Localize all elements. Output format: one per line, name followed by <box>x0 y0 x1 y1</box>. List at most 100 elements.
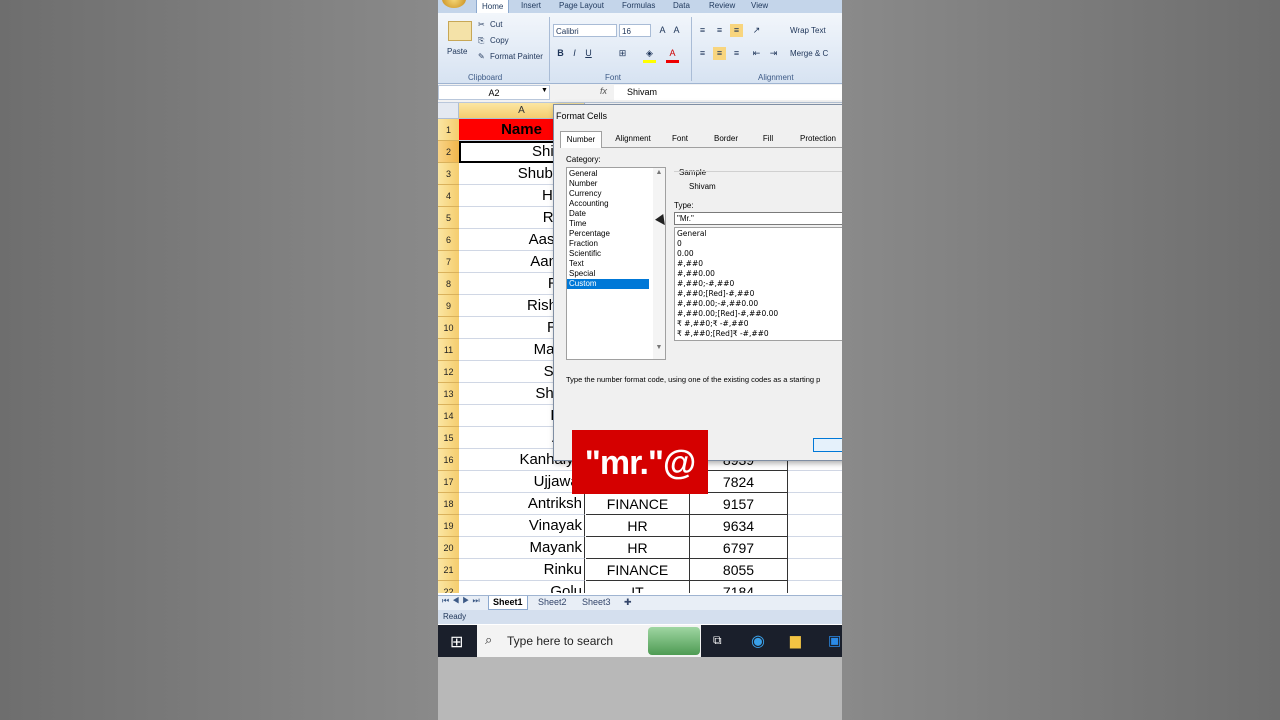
decrease-indent-icon[interactable]: ⇤ <box>750 47 763 60</box>
ok-button[interactable] <box>813 438 842 452</box>
row-header[interactable]: 4 <box>438 185 459 207</box>
cut-icon[interactable]: ✂ <box>478 20 485 29</box>
fill-color-icon[interactable]: ◈ <box>643 47 656 63</box>
cell-salary[interactable]: 9157 <box>690 493 788 515</box>
store-icon[interactable]: ▣ <box>828 632 841 649</box>
type-input[interactable]: "Mr." <box>674 212 842 225</box>
category-list[interactable]: General Number Currency Accounting Date Time P… <box>566 167 666 360</box>
tab-review[interactable]: Review <box>709 1 735 10</box>
row-header[interactable]: 22 <box>438 581 459 593</box>
file-explorer-icon[interactable]: ▆ <box>790 632 801 649</box>
tab-formulas[interactable]: Formulas <box>622 1 655 10</box>
windows-start-icon[interactable]: ⊞ <box>450 632 463 652</box>
row-header[interactable]: 7 <box>438 251 459 273</box>
name-box[interactable]: A2 <box>438 85 550 100</box>
row-header[interactable]: 12 <box>438 361 459 383</box>
category-item[interactable]: Time <box>567 219 665 229</box>
category-item[interactable]: Date <box>567 209 665 219</box>
format-code-item[interactable]: #,##0 <box>675 259 842 269</box>
tab-data[interactable]: Data <box>673 1 690 10</box>
sheet-tab-1[interactable]: Sheet1 <box>488 596 528 610</box>
format-code-item[interactable]: #,##0;-#,##0 <box>675 279 842 289</box>
align-top-icon[interactable]: ≡ <box>696 24 709 37</box>
formula-input[interactable]: Shivam <box>614 85 842 100</box>
row-header[interactable]: 10 <box>438 317 459 339</box>
cell-empty[interactable] <box>788 493 842 515</box>
grow-font-icon[interactable]: A <box>656 24 669 37</box>
cell-department[interactable]: HR <box>586 537 690 559</box>
format-code-item[interactable]: ₹ #,##0;₹ -#,##0 <box>675 319 842 329</box>
tab-border[interactable]: Border <box>710 131 742 146</box>
format-painter-button[interactable]: Format Painter <box>490 52 543 61</box>
row-header[interactable]: 15 <box>438 427 459 449</box>
row-header[interactable]: 1 <box>438 119 459 141</box>
cell-department[interactable]: IT <box>586 581 690 593</box>
cell-empty[interactable] <box>788 581 842 593</box>
row-header[interactable]: 21 <box>438 559 459 581</box>
cell-name[interactable]: Ujjawal <box>459 471 585 493</box>
tab-page-layout[interactable]: Page Layout <box>559 1 604 10</box>
row-header[interactable]: 19 <box>438 515 459 537</box>
cell-department[interactable]: FINANCE <box>586 493 690 515</box>
cell-empty[interactable] <box>788 559 842 581</box>
tab-number[interactable]: Number <box>560 131 602 148</box>
align-bottom-icon[interactable]: ≡ <box>730 24 743 37</box>
row-header[interactable]: 9 <box>438 295 459 317</box>
format-code-item[interactable]: General <box>675 229 842 239</box>
category-item[interactable]: Text <box>567 259 665 269</box>
row-header[interactable]: 14 <box>438 405 459 427</box>
category-scrollbar[interactable]: ▲ ▼ <box>653 168 665 359</box>
cell-name[interactable]: Mayank <box>459 537 585 559</box>
cell-salary[interactable]: 8055 <box>690 559 788 581</box>
cell-department[interactable]: FINANCE <box>586 559 690 581</box>
cell-empty[interactable] <box>788 515 842 537</box>
select-all-corner[interactable] <box>438 103 459 119</box>
paste-icon[interactable] <box>448 21 472 41</box>
paste-button[interactable]: Paste <box>447 47 467 56</box>
insert-function-icon[interactable]: fx <box>600 86 607 96</box>
sheet-tab-3[interactable]: Sheet3 <box>578 596 615 609</box>
align-right-icon[interactable]: ≡ <box>730 47 743 60</box>
row-header[interactable]: 20 <box>438 537 459 559</box>
office-button[interactable] <box>442 0 466 8</box>
borders-icon[interactable]: ⊞ <box>616 47 629 60</box>
copy-button[interactable]: Copy <box>490 36 509 45</box>
font-name-select[interactable]: Calibri <box>553 24 617 37</box>
font-color-icon[interactable]: A <box>666 47 679 63</box>
cell-name[interactable]: Antriksh <box>459 493 585 515</box>
tab-home[interactable]: Home <box>476 0 510 13</box>
format-code-item[interactable]: #,##0.00;[Red]-#,##0.00 <box>675 309 842 319</box>
wrap-text-button[interactable]: Wrap Text <box>790 26 826 35</box>
row-header[interactable]: 11 <box>438 339 459 361</box>
format-code-item[interactable]: 0.00 <box>675 249 842 259</box>
row-header[interactable]: 3 <box>438 163 459 185</box>
task-view-icon[interactable]: ⧉ <box>713 633 722 648</box>
sheet-tab-2[interactable]: Sheet2 <box>534 596 571 609</box>
shrink-font-icon[interactable]: A <box>670 24 683 37</box>
category-item[interactable]: Custom <box>567 279 649 289</box>
cell-empty[interactable] <box>788 537 842 559</box>
format-code-item[interactable]: 0 <box>675 239 842 249</box>
tab-view[interactable]: View <box>751 1 768 10</box>
copy-icon[interactable]: ⎘ <box>478 36 484 46</box>
row-header[interactable]: 17 <box>438 471 459 493</box>
cell-name[interactable]: Golu <box>459 581 585 593</box>
orientation-icon[interactable]: ↗ <box>750 24 763 37</box>
cell-salary[interactable]: 7184 <box>690 581 788 593</box>
tab-protection[interactable]: Protection <box>794 131 842 146</box>
cell-name[interactable]: Vinayak <box>459 515 585 537</box>
row-header[interactable]: 6 <box>438 229 459 251</box>
increase-indent-icon[interactable]: ⇥ <box>767 47 780 60</box>
tab-font[interactable]: Font <box>665 131 695 146</box>
insert-sheet-icon[interactable]: ✚ <box>620 596 636 609</box>
align-center-icon[interactable]: ≡ <box>713 47 726 60</box>
row-header[interactable]: 5 <box>438 207 459 229</box>
name-box-dropdown-icon[interactable]: ▼ <box>541 87 548 94</box>
cell-department[interactable]: HR <box>586 515 690 537</box>
category-item[interactable]: General <box>567 169 665 179</box>
font-size-select[interactable]: 16 <box>619 24 651 37</box>
format-code-item[interactable]: #,##0.00;-#,##0.00 <box>675 299 842 309</box>
underline-button[interactable]: U <box>582 47 595 60</box>
cell-empty[interactable] <box>788 471 842 493</box>
row-header[interactable]: 13 <box>438 383 459 405</box>
